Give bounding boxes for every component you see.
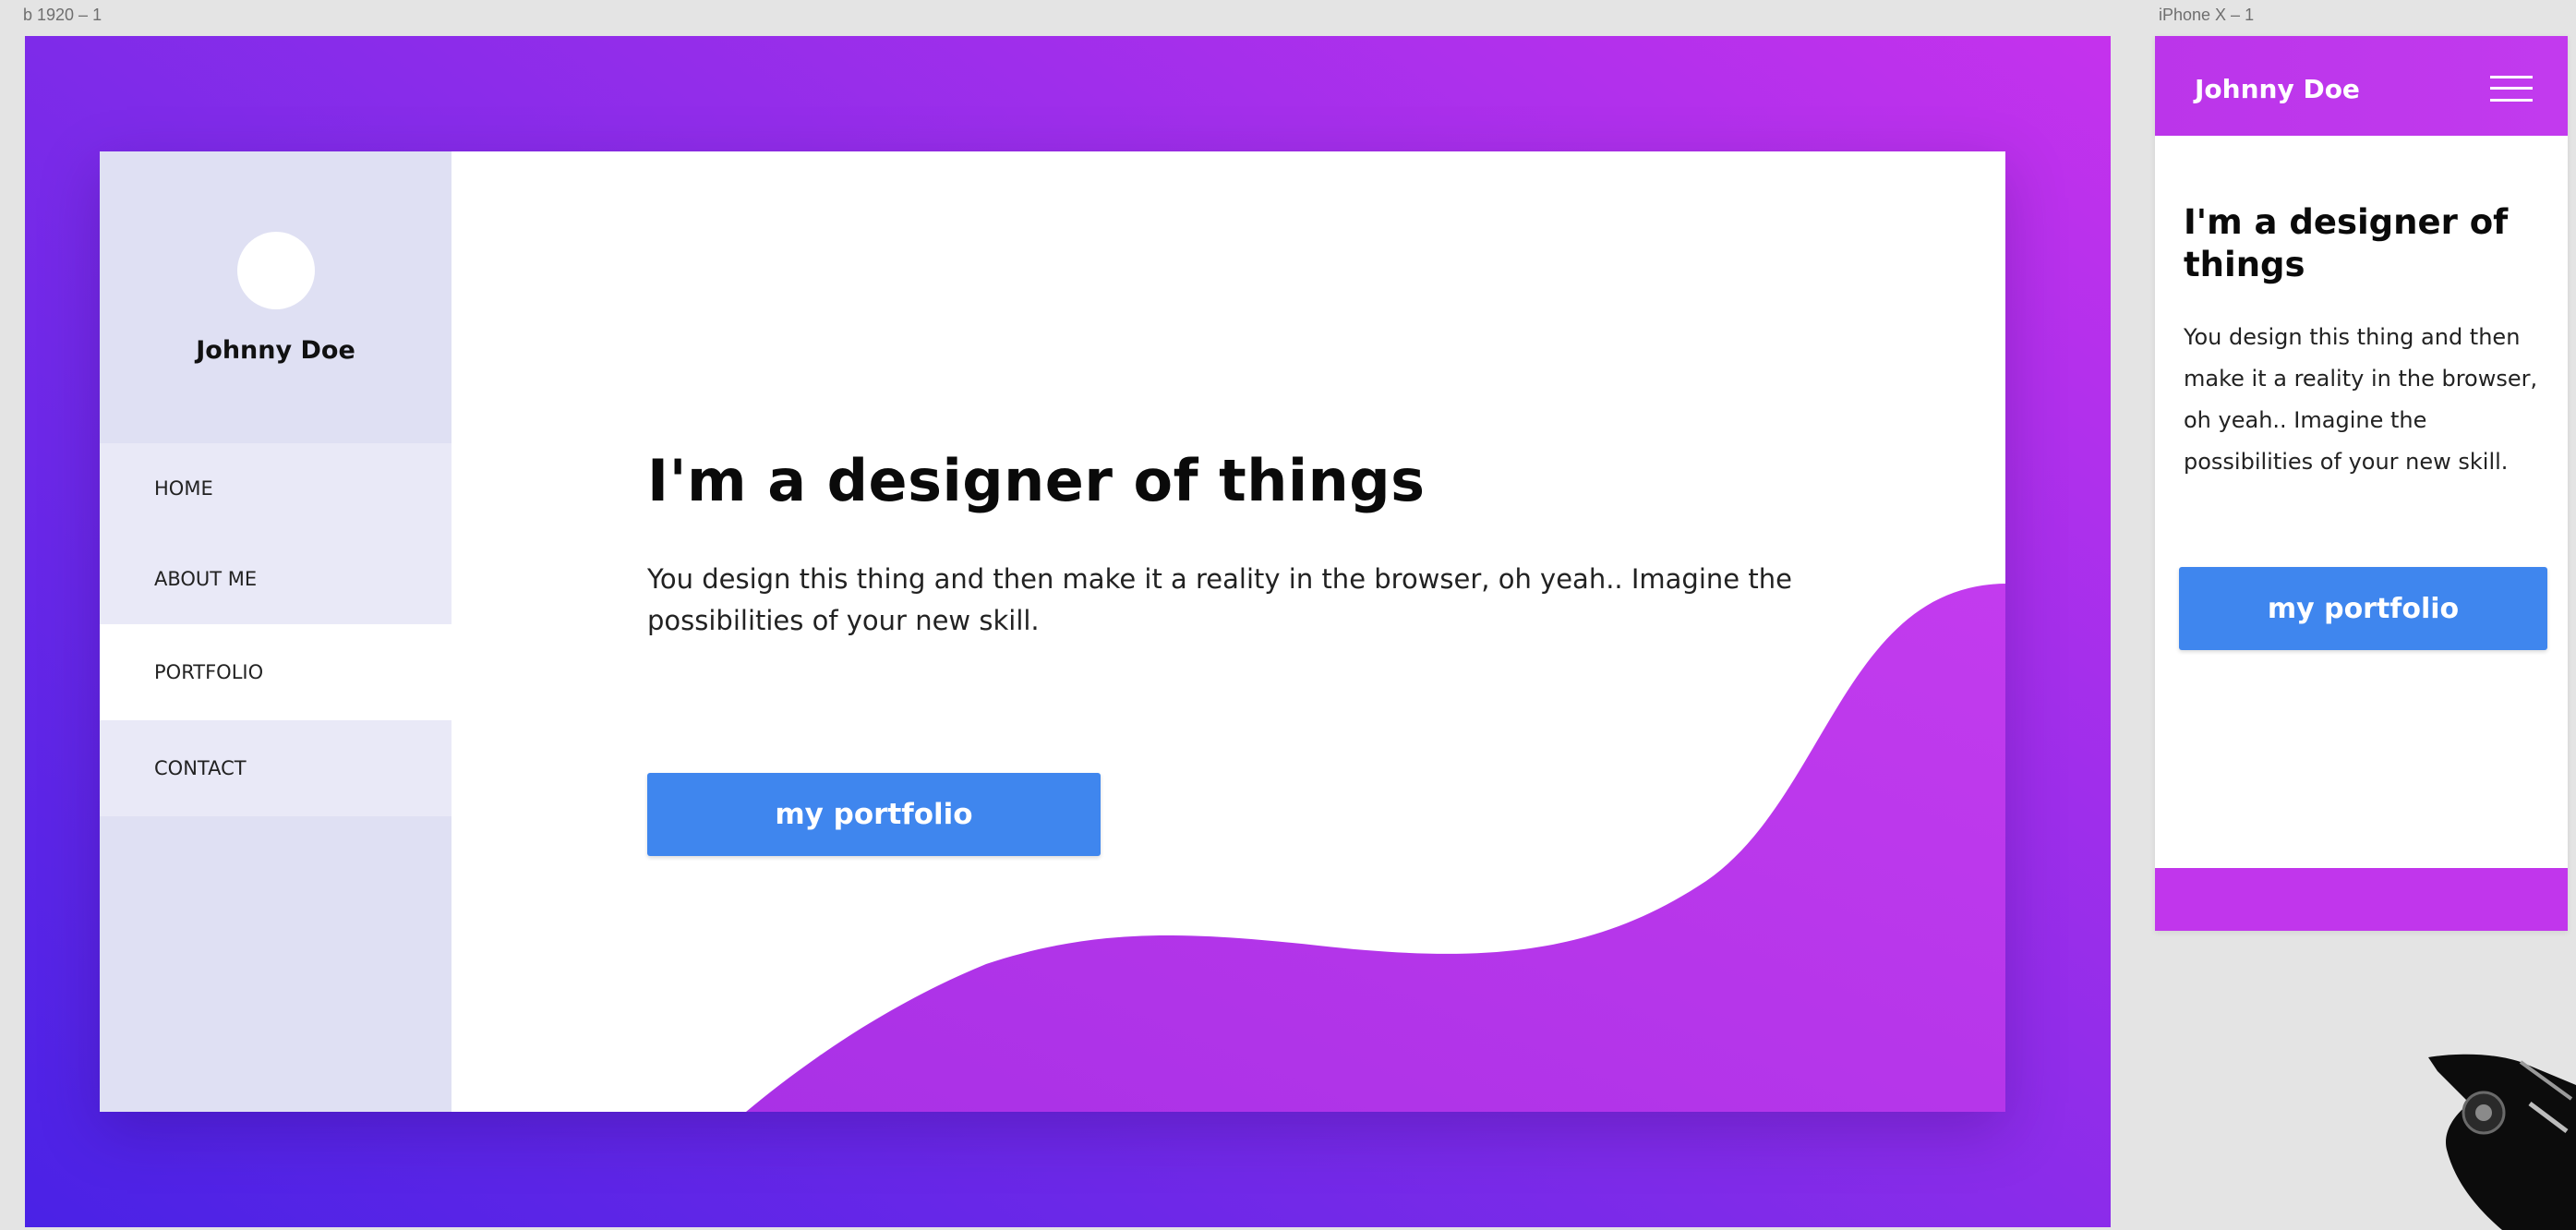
sidebar: Johnny Doe HOME ABOUT ME PORTFOLIO CONTA… [100, 151, 451, 1112]
nav-item-portfolio[interactable]: PORTFOLIO [100, 624, 451, 720]
desktop-card: Johnny Doe HOME ABOUT ME PORTFOLIO CONTA… [100, 151, 2005, 1112]
desktop-artboard-label: b 1920 – 1 [23, 6, 102, 24]
mobile-hero-description: You design this thing and then make it a… [2184, 324, 2538, 475]
mobile-portfolio-button[interactable]: my portfolio [2179, 567, 2547, 650]
mobile-artboard-label: iPhone X – 1 [2159, 6, 2255, 24]
camera-device-image [2428, 1054, 2576, 1230]
portfolio-button[interactable]: my portfolio [647, 773, 1101, 856]
avatar [237, 232, 315, 309]
mobile-hero-title: I'm a designer of things [2184, 202, 2509, 284]
nav-item-about-me[interactable]: ABOUT ME [100, 534, 451, 624]
profile-section: Johnny Doe [100, 151, 451, 443]
mobile-header: Johnny Doe [2155, 36, 2568, 136]
nav-item-home[interactable]: HOME [100, 443, 451, 534]
mobile-artboard: Johnny Doe I'm a designer of things You … [2155, 36, 2568, 931]
hero-title: I'm a designer of things [647, 447, 1426, 514]
mobile-brand[interactable]: Johnny Doe [2195, 74, 2360, 104]
sidebar-nav: HOME ABOUT ME PORTFOLIO CONTACT [100, 443, 451, 816]
desktop-artboard: Johnny Doe HOME ABOUT ME PORTFOLIO CONTA… [25, 36, 2111, 1227]
mobile-footer [2155, 868, 2568, 931]
hero-description: You design this thing and then make it a… [647, 563, 1792, 636]
profile-name: Johnny Doe [196, 336, 355, 365]
hamburger-icon[interactable] [2490, 76, 2533, 102]
nav-item-contact[interactable]: CONTACT [100, 720, 451, 816]
